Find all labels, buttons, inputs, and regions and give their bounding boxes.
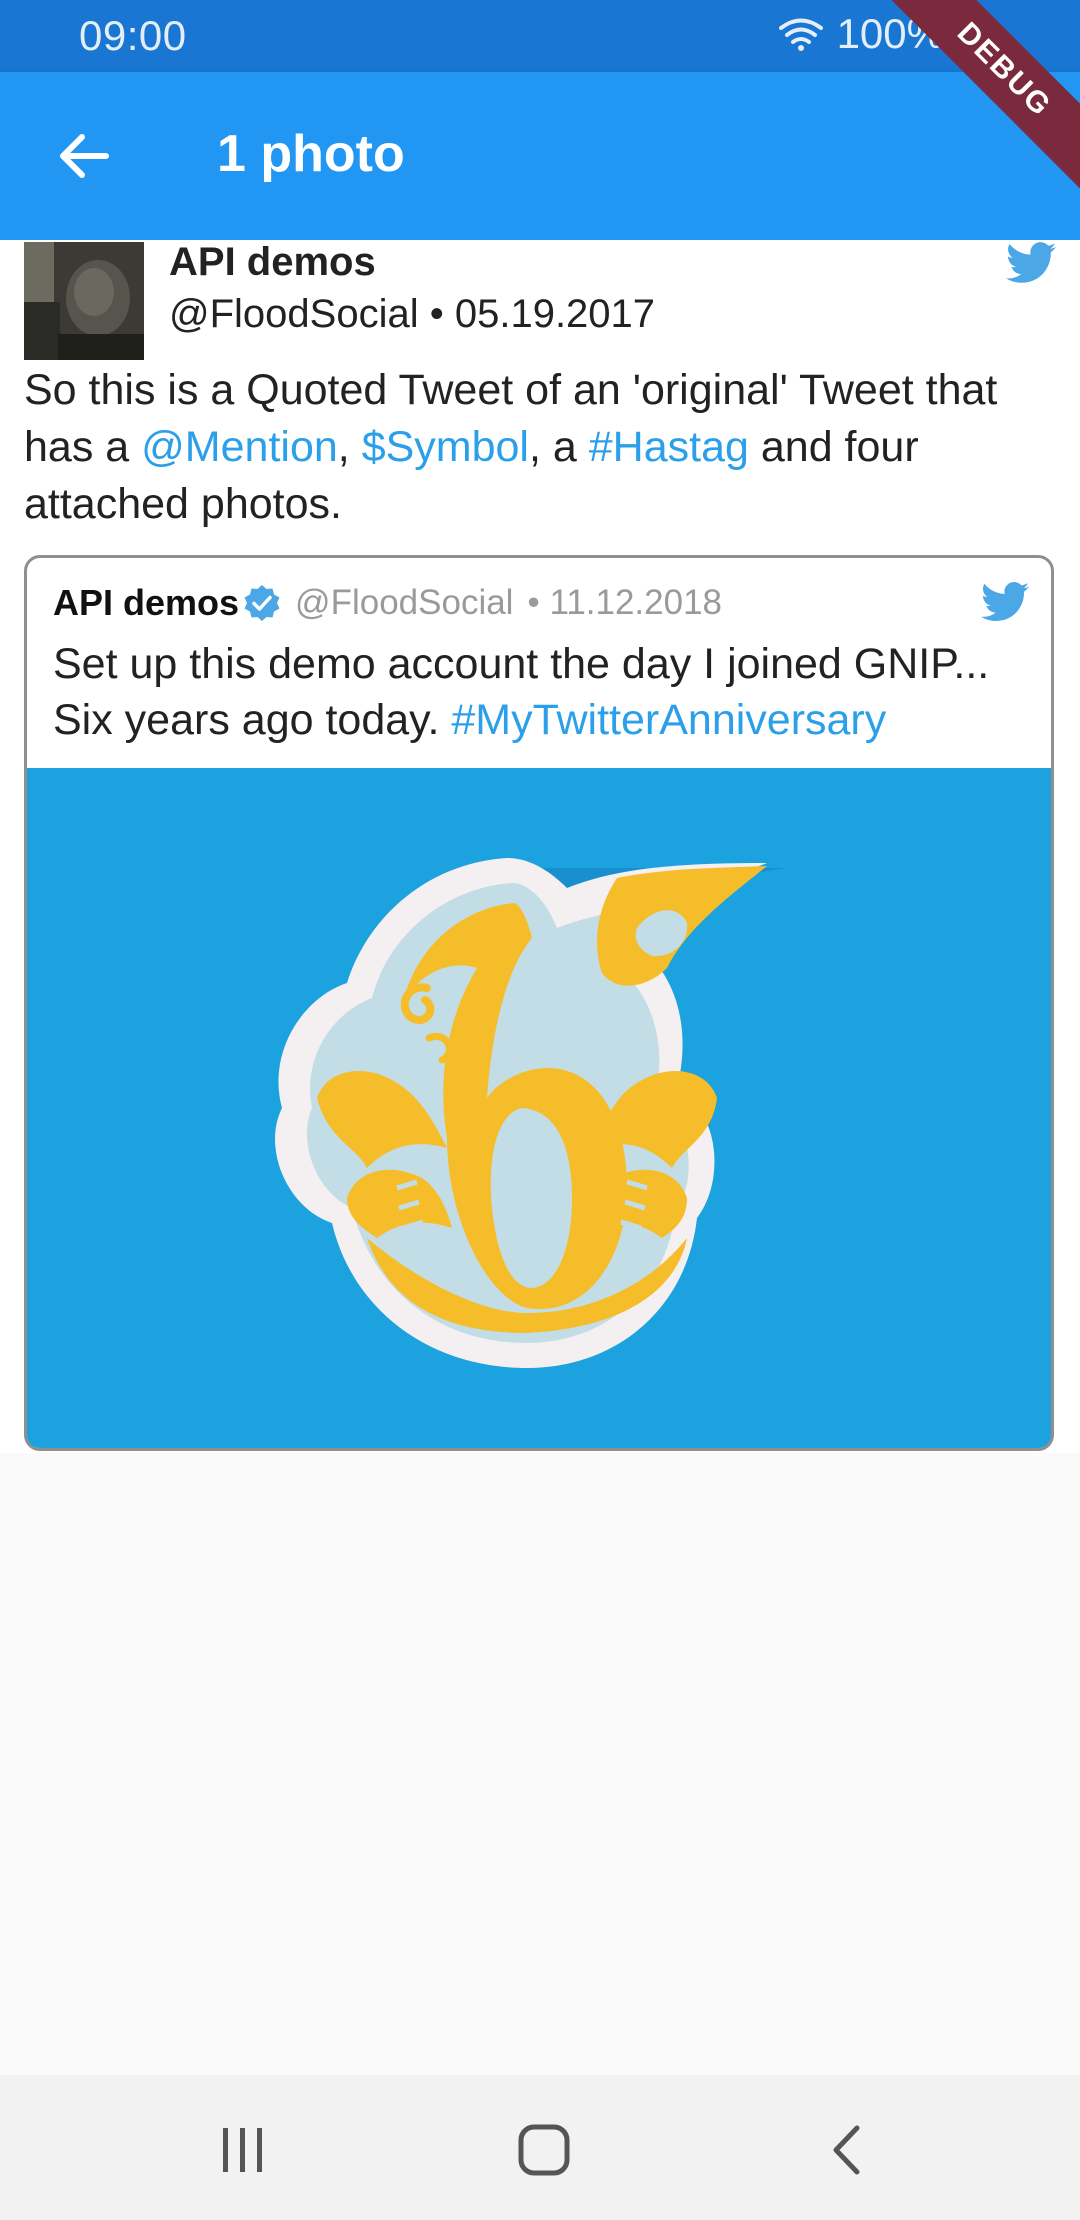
back-icon bbox=[833, 2125, 860, 2175]
avatar-photo bbox=[24, 242, 144, 360]
quoted-hashtag-link[interactable]: #MyTwitterAnniversary bbox=[451, 696, 886, 744]
author-handle-date: @FloodSocial • 05.19.2017 bbox=[169, 292, 656, 336]
home-button[interactable] bbox=[504, 2115, 584, 2185]
empty-content-area bbox=[0, 1453, 1080, 2075]
quoted-author-name: API demos bbox=[53, 582, 240, 623]
recents-icon bbox=[223, 2128, 262, 2172]
tweet-text: So this is a Quoted Tweet of an 'origina… bbox=[24, 362, 1054, 533]
tweet-text-part: , bbox=[337, 423, 362, 471]
tweet-card[interactable]: API demos @FloodSocial • 05.19.2017 So t… bbox=[0, 240, 1080, 1453]
mention-link[interactable]: @Mention bbox=[141, 423, 338, 471]
author-name: API demos bbox=[169, 240, 376, 284]
home-icon bbox=[518, 2124, 570, 2176]
page-title: 1 photo bbox=[217, 125, 405, 183]
wifi-icon bbox=[778, 18, 823, 51]
quoted-handle: @FloodSocial bbox=[295, 583, 514, 622]
tweet-text-part: , a bbox=[528, 423, 589, 471]
verified-badge-icon bbox=[244, 585, 280, 621]
back-button[interactable] bbox=[40, 112, 128, 200]
avatar[interactable] bbox=[24, 242, 144, 360]
app-bar: 1 photo bbox=[0, 72, 1080, 240]
quoted-tweet-header: API demos @FloodSocial • 11.12.2018 bbox=[53, 582, 722, 624]
symbol-link[interactable]: $Symbol bbox=[362, 423, 529, 471]
back-nav-button[interactable] bbox=[806, 2115, 886, 2185]
twitter-bird-icon[interactable] bbox=[1006, 242, 1056, 284]
arrow-left-icon bbox=[60, 134, 109, 178]
quoted-date: • 11.12.2018 bbox=[527, 583, 723, 622]
twitter-bird-icon[interactable] bbox=[981, 582, 1029, 622]
status-time: 09:00 bbox=[79, 12, 187, 59]
quoted-tweet-text: Set up this demo account the day I joine… bbox=[53, 636, 1043, 748]
hashtag-link[interactable]: #Hastag bbox=[589, 423, 749, 471]
number-six-artwork bbox=[27, 768, 1051, 1448]
tweet-photo[interactable] bbox=[27, 768, 1051, 1448]
system-nav-bar bbox=[0, 2075, 1080, 2220]
recents-button[interactable] bbox=[203, 2115, 283, 2185]
quoted-tweet[interactable]: API demos @FloodSocial • 11.12.2018 Set … bbox=[24, 555, 1054, 1451]
